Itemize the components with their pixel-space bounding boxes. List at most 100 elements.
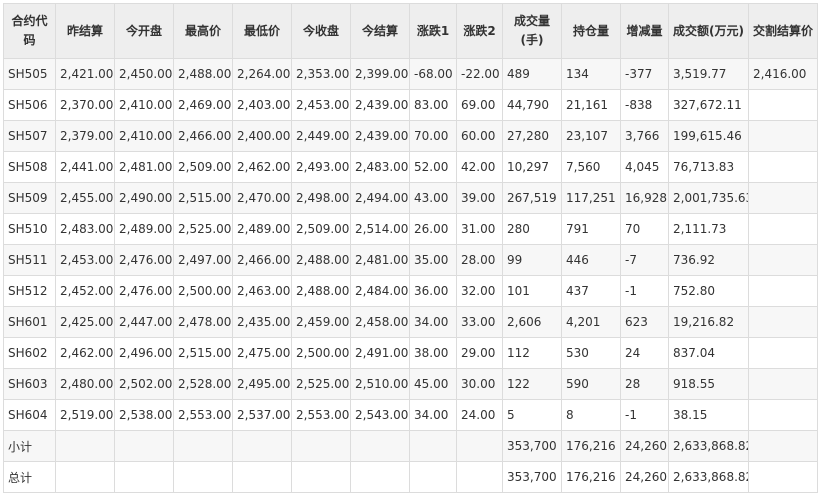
table-cell: 7,560 (561, 151, 621, 183)
table-cell: 2,509.00 (291, 213, 351, 245)
futures-quote-table: 合约代码 昨结算 今开盘 最高价 最低价 今收盘 今结算 涨跌1 涨跌2 成交量… (3, 3, 818, 493)
table-cell: 2,490.00 (114, 182, 174, 214)
table-row: SH512 2,452.00 2,476.00 2,500.00 2,463.00 2,4… (3, 275, 818, 307)
table-cell: 2,538.00 (114, 399, 174, 431)
table-cell: SH506 (3, 89, 56, 121)
table-row: SH603 2,480.00 2,502.00 2,528.00 2,495.00 2,5… (3, 368, 818, 400)
table-cell: 52.00 (409, 151, 457, 183)
table-cell (748, 120, 818, 152)
table-cell: 2,447.00 (114, 306, 174, 338)
table-cell: 2,493.00 (291, 151, 351, 183)
table-cell: 176,216 (561, 461, 621, 493)
table-cell: SH511 (3, 244, 56, 276)
table-cell: 2,481.00 (114, 151, 174, 183)
table-cell: 2,606 (502, 306, 562, 338)
table-cell: 19,216.82 (668, 306, 749, 338)
table-cell: 623 (620, 306, 669, 338)
table-cell: 918.55 (668, 368, 749, 400)
table-row: SH505 2,421.00 2,450.00 2,488.00 2,264.00 2,3… (3, 58, 818, 90)
table-cell: 2,435.00 (232, 306, 292, 338)
table-cell: 2,264.00 (232, 58, 292, 90)
table-cell: 38.15 (668, 399, 749, 431)
table-cell: 2,528.00 (173, 368, 233, 400)
table-cell: 2,525.00 (291, 368, 351, 400)
table-cell: 28 (620, 368, 669, 400)
table-cell: SH512 (3, 275, 56, 307)
table-cell: 2,488.00 (291, 244, 351, 276)
table-cell (55, 461, 115, 493)
table-cell: 26.00 (409, 213, 457, 245)
table-cell: 总计 (3, 461, 56, 493)
table-cell: 2,400.00 (232, 120, 292, 152)
table-cell: 837.04 (668, 337, 749, 369)
table-cell (173, 430, 233, 462)
table-cell: 2,488.00 (291, 275, 351, 307)
table-cell: 99 (502, 244, 562, 276)
table-cell (748, 151, 818, 183)
header-change2: 涨跌2 (456, 3, 503, 59)
table-cell: 752.80 (668, 275, 749, 307)
table-cell: 2,475.00 (232, 337, 292, 369)
header-close: 今收盘 (291, 3, 351, 59)
table-body: SH505 2,421.00 2,450.00 2,488.00 2,264.00 2,3… (3, 58, 818, 493)
table-cell: 23,107 (561, 120, 621, 152)
table-cell: 2,459.00 (291, 306, 351, 338)
table-cell: 4,201 (561, 306, 621, 338)
table-cell: -1 (620, 399, 669, 431)
table-cell: -377 (620, 58, 669, 90)
table-cell: 36.00 (409, 275, 457, 307)
table-cell (748, 244, 818, 276)
table-cell: 2,495.00 (232, 368, 292, 400)
table-cell: SH510 (3, 213, 56, 245)
table-cell: 446 (561, 244, 621, 276)
header-turnover: 成交额(万元) (668, 3, 749, 59)
table-cell: 35.00 (409, 244, 457, 276)
table-cell: 2,111.73 (668, 213, 749, 245)
table-cell: 2,543.00 (350, 399, 410, 431)
table-cell: 2,489.00 (114, 213, 174, 245)
table-cell: 2,353.00 (291, 58, 351, 90)
table-row: SH604 2,519.00 2,538.00 2,553.00 2,537.00 2,5… (3, 399, 818, 431)
table-cell: 2,466.00 (232, 244, 292, 276)
table-cell: 2,463.00 (232, 275, 292, 307)
table-row: SH510 2,483.00 2,489.00 2,525.00 2,489.00 2,5… (3, 213, 818, 245)
table-cell: 2,553.00 (173, 399, 233, 431)
table-cell: 30.00 (456, 368, 503, 400)
table-cell: 83.00 (409, 89, 457, 121)
table-cell: 353,700 (502, 430, 562, 462)
header-open: 今开盘 (114, 3, 174, 59)
table-cell: 736.92 (668, 244, 749, 276)
table-cell: 2,466.00 (173, 120, 233, 152)
table-cell: 2,470.00 (232, 182, 292, 214)
table-cell: 2,410.00 (114, 120, 174, 152)
table-cell (350, 430, 410, 462)
table-cell: 2,489.00 (232, 213, 292, 245)
table-row: SH509 2,455.00 2,490.00 2,515.00 2,470.00 2,4… (3, 182, 818, 214)
table-cell: 2,500.00 (173, 275, 233, 307)
table-cell: 112 (502, 337, 562, 369)
total-row: 总计 353,700 176,216 24,260 2,633,868.82 (3, 461, 818, 493)
table-cell: 117,251 (561, 182, 621, 214)
table-cell: 2,484.00 (350, 275, 410, 307)
table-cell: 34.00 (409, 306, 457, 338)
table-cell (291, 430, 351, 462)
table-cell: 199,615.46 (668, 120, 749, 152)
table-row: SH602 2,462.00 2,496.00 2,515.00 2,475.00 2,5… (3, 337, 818, 369)
table-cell (748, 337, 818, 369)
table-cell: 45.00 (409, 368, 457, 400)
table-cell: 2,500.00 (291, 337, 351, 369)
table-cell: 60.00 (456, 120, 503, 152)
table-cell: 10,297 (502, 151, 562, 183)
table-cell: 2,483.00 (55, 213, 115, 245)
table-cell: 2,425.00 (55, 306, 115, 338)
table-cell (114, 461, 174, 493)
table-cell: 327,672.11 (668, 89, 749, 121)
table-cell: SH507 (3, 120, 56, 152)
header-row: 合约代码 昨结算 今开盘 最高价 最低价 今收盘 今结算 涨跌1 涨跌2 成交量… (3, 3, 818, 59)
table-cell: 2,450.00 (114, 58, 174, 90)
header-settle: 今结算 (350, 3, 410, 59)
table-cell: SH508 (3, 151, 56, 183)
table-cell: -1 (620, 275, 669, 307)
table-cell: -7 (620, 244, 669, 276)
table-cell: 69.00 (456, 89, 503, 121)
